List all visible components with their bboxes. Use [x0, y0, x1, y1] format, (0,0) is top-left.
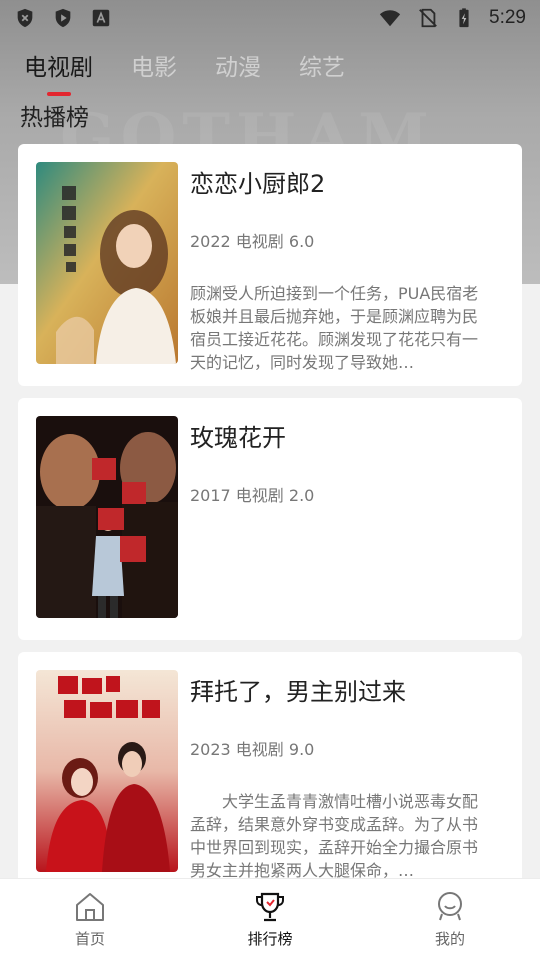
poster-image[interactable]	[36, 162, 178, 364]
poster-meigui	[36, 416, 178, 618]
profile-icon	[438, 892, 462, 921]
poster-lianlian	[36, 162, 178, 364]
shield-x-icon	[17, 8, 33, 28]
no-sim-icon	[419, 8, 437, 28]
status-time: 5:29	[489, 7, 526, 28]
trophy-icon	[256, 892, 284, 922]
app-a-icon	[92, 9, 110, 27]
tab-variety[interactable]: 综艺	[299, 48, 345, 96]
category-tabs: 电视剧 电影 动漫 综艺	[24, 48, 345, 96]
item-description: 大学生孟青青激情吐槽小说恶毒女配孟辞，结果意外穿书变成孟辞。为了从书中世界回到现…	[190, 792, 479, 880]
ranking-list: 恋恋小厨郎2 2022 电视剧 6.0 顾渊受人所迫接到一个任务，PUA民宿老板…	[18, 144, 522, 906]
list-item[interactable]: 玫瑰花开 2017 电视剧 2.0	[18, 398, 522, 640]
wifi-icon	[379, 10, 401, 27]
play-shield-icon	[55, 8, 71, 28]
tab-movies[interactable]: 电影	[131, 48, 177, 96]
poster-image[interactable]	[36, 670, 178, 872]
list-item[interactable]: 拜托了，男主别过来 2023 电视剧 9.0 大学生孟青青激情吐槽小说恶毒女配孟…	[18, 652, 522, 894]
nav-home[interactable]: 首页	[0, 879, 180, 960]
list-item[interactable]: 恋恋小厨郎2 2022 电视剧 6.0 顾渊受人所迫接到一个任务，PUA民宿老板…	[18, 144, 522, 386]
status-bar: 5:29	[0, 0, 540, 36]
item-title[interactable]: 拜托了，男主别过来	[190, 672, 406, 707]
nav-profile-label: 我的	[434, 930, 465, 948]
bottom-navigation: 首页 排行榜 我的	[0, 878, 540, 960]
nav-ranking-label: 排行榜	[247, 930, 293, 948]
nav-home-label: 首页	[74, 930, 105, 948]
battery-charging-icon	[459, 8, 469, 28]
section-title: 热播榜	[20, 105, 89, 131]
home-icon	[76, 893, 104, 921]
item-meta: 2017 电视剧 2.0	[190, 486, 315, 505]
nav-ranking[interactable]: 排行榜	[180, 879, 360, 960]
item-description: 顾渊受人所迫接到一个任务，PUA民宿老板娘并且最后抛弃她，于是顾渊应聘为民宿员工…	[190, 284, 479, 372]
item-title[interactable]: 恋恋小厨郎2	[190, 164, 325, 199]
poster-image[interactable]	[36, 416, 178, 618]
item-meta: 2022 电视剧 6.0	[190, 232, 315, 251]
tab-anime[interactable]: 动漫	[215, 48, 261, 96]
nav-profile[interactable]: 我的	[360, 879, 540, 960]
tab-tv-series[interactable]: 电视剧	[24, 48, 93, 96]
poster-baituo	[36, 670, 178, 872]
item-meta: 2023 电视剧 9.0	[190, 740, 315, 759]
item-title[interactable]: 玫瑰花开	[190, 418, 286, 453]
